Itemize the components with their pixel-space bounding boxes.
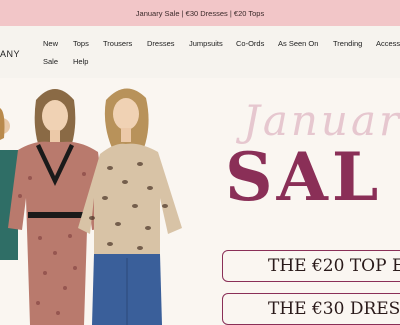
- promo-banner[interactable]: January Sale | €30 Dresses | €20 Tops: [0, 0, 400, 26]
- nav-item-tops[interactable]: Tops: [73, 39, 89, 48]
- nav-item-jumpsuits[interactable]: Jumpsuits: [189, 39, 223, 48]
- nav-item-accessories[interactable]: Accesso: [376, 39, 400, 48]
- nav-item-sale[interactable]: Sale: [43, 57, 58, 66]
- nav-item-co-ords[interactable]: Co-Ords: [236, 39, 264, 48]
- nav-item-help[interactable]: Help: [73, 57, 88, 66]
- promo-text: January Sale | €30 Dresses | €20 Tops: [135, 8, 265, 18]
- hero-banner[interactable]: Januar SAL THE €20 TOP E THE €30 DRESS: [0, 78, 400, 325]
- nav-item-trousers[interactable]: Trousers: [103, 39, 132, 48]
- nav-item-trending[interactable]: Trending: [333, 39, 362, 48]
- nav-item-as-seen-on[interactable]: As Seen On: [278, 39, 318, 48]
- hero-sale-heading: SAL: [225, 138, 383, 216]
- nav-item-new[interactable]: New: [43, 39, 58, 48]
- main-navigation: ANY New Tops Trousers Dresses Jumpsuits …: [0, 26, 400, 78]
- nav-item-dresses[interactable]: Dresses: [147, 39, 175, 48]
- brand-logo[interactable]: ANY: [0, 49, 20, 59]
- cta-dresses-button[interactable]: THE €30 DRESS: [222, 293, 400, 325]
- cta-tops-button[interactable]: THE €20 TOP E: [222, 250, 400, 282]
- hero-models-image: [0, 88, 182, 325]
